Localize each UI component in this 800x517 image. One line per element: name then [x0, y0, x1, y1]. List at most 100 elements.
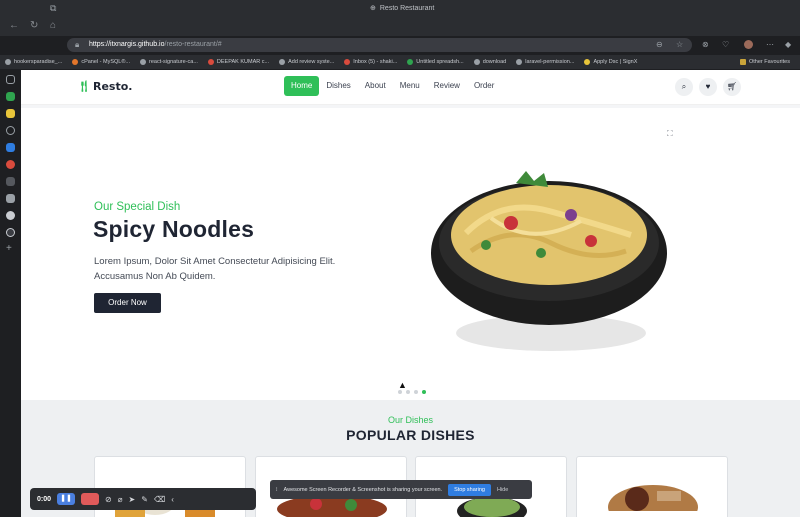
zoom-icon[interactable]: ⊖ [656, 40, 663, 49]
dishes-heading: POPULAR DISHES [346, 427, 475, 443]
bookmark-item[interactable]: react-signature-ca... [140, 59, 198, 65]
pause-button[interactable]: ❚❚ [57, 493, 76, 505]
slider-dot[interactable] [406, 390, 410, 394]
back-icon[interactable]: ← [9, 20, 19, 31]
browser-toolbar [0, 17, 800, 36]
main-nav: Home Dishes About Menu Review Order [284, 76, 501, 96]
nav-about[interactable]: About [358, 76, 393, 96]
order-now-button[interactable]: Order Now [94, 293, 161, 313]
mic-off-icon[interactable]: ⌀ [118, 495, 123, 504]
cart-icon[interactable]: 🛒︎ [723, 78, 741, 96]
search-icon[interactable]: ⌕ [675, 78, 693, 96]
browser-tab[interactable]: ⊕ Resto Restaurant [370, 4, 435, 13]
browser-titlebar: ⧉ ⊕ Resto Restaurant [0, 0, 800, 17]
heart-icon[interactable]: ♥ [699, 78, 717, 96]
recorder-toolbar: 0:00 ❚❚ ⊘ ⌀ ➤ ✎ ⌫ ‹ [30, 488, 256, 510]
github-icon[interactable] [6, 211, 15, 220]
bookmark-item[interactable]: Untitled spreadsh... [407, 59, 464, 65]
header-actions: ⌕ ♥ 🛒︎ [675, 78, 741, 96]
noodle-bowl-image [431, 171, 667, 351]
bookmarks-bar: hookersparadise_... cPanel - MySQL®... r… [0, 55, 800, 69]
pointer-icon[interactable]: ➤ [129, 495, 136, 504]
url-host: https://itxnargis.github.io [89, 41, 165, 48]
mouse-cursor: ▲ [398, 380, 407, 390]
nav-dishes[interactable]: Dishes [319, 76, 357, 96]
bookmark-item[interactable]: hookersparadise_... [5, 59, 62, 65]
tab-title: Resto Restaurant [379, 4, 435, 12]
home-icon[interactable]: ⌂ [50, 20, 56, 31]
stop-recording-button[interactable] [81, 493, 100, 505]
avatar[interactable] [744, 40, 753, 49]
bookmark-item[interactable]: laravel-permission... [516, 59, 574, 65]
eraser-icon[interactable]: ⌫ [154, 495, 165, 504]
bookmark-icon [407, 59, 414, 65]
tab-icon[interactable] [6, 109, 15, 118]
collapse-icon[interactable]: ‹ [171, 495, 174, 504]
new-tab-icon[interactable]: + [6, 244, 15, 254]
logo[interactable]: 🍴︎ Resto. [77, 80, 132, 93]
extensions-icon[interactable]: ⊗ [702, 40, 709, 49]
hide-button[interactable]: Hide [497, 487, 508, 493]
menu-icon[interactable]: ⋯ [766, 40, 774, 49]
drag-handle-icon[interactable]: ⁞ [276, 487, 278, 493]
tab-icon[interactable] [6, 160, 15, 169]
address-bar[interactable]: 🔒︎ https://itxnargis.github.io/resto-res… [67, 38, 692, 52]
bookmark-icon [140, 59, 146, 65]
slider-dot[interactable] [398, 390, 402, 394]
nav-review[interactable]: Review [427, 76, 467, 96]
bookmark-icon [5, 59, 11, 65]
url-path: /resto-restaurant/# [164, 41, 222, 48]
logo-text: Resto. [92, 80, 133, 93]
tab-icon[interactable] [6, 177, 15, 186]
folder-icon [740, 59, 746, 65]
globe-icon[interactable] [6, 228, 15, 237]
tab-icon[interactable] [6, 92, 15, 101]
stop-sharing-button[interactable]: Stop sharing [448, 483, 491, 496]
slider-dots [398, 390, 426, 394]
hero-title: Spicy Noodles [93, 216, 255, 242]
bookmark-item[interactable]: Add review syste... [279, 59, 334, 65]
refresh-icon[interactable]: ↻ [30, 20, 38, 31]
dishes-subtitle: Our Dishes [387, 415, 433, 425]
pen-icon[interactable]: ✎ [141, 495, 148, 504]
nav-order[interactable]: Order [467, 76, 501, 96]
fullscreen-icon[interactable]: ⛶ [667, 129, 673, 139]
nav-home[interactable]: Home [284, 76, 320, 96]
bookmark-icon [279, 59, 286, 65]
favorites-icon[interactable]: ♡ [722, 40, 729, 49]
tab-actions-icon[interactable] [6, 75, 15, 84]
bookmark-icon [207, 59, 214, 65]
slider-dot-active[interactable] [422, 390, 426, 394]
bookmark-item[interactable]: download [473, 59, 506, 65]
bookmark-icon [72, 59, 79, 65]
new-tab-icon[interactable]: ⧉ [50, 3, 56, 14]
tab-icon[interactable] [6, 143, 15, 152]
site-header: 🍴︎ Resto. Home Dishes About Menu Review … [21, 70, 800, 105]
globe-icon[interactable] [6, 126, 15, 135]
tab-icon[interactable] [6, 194, 15, 203]
bookmark-item[interactable]: DEEPAK KUMAR c... [207, 59, 269, 65]
bookmark-item[interactable]: Inbox (5) - shaki... [344, 59, 397, 65]
slider-dot[interactable] [414, 390, 418, 394]
dish-image [608, 485, 698, 511]
web-page: 🍴︎ Resto. Home Dishes About Menu Review … [21, 70, 800, 517]
globe-icon: ⊕ [370, 5, 376, 12]
dish-card[interactable] [576, 456, 728, 517]
bookmark-icon [516, 59, 523, 65]
hero-subtitle: Our Special Dish [94, 201, 181, 213]
hero-slider: ⛶ Our Special Dish Spicy Noodles Lorem I… [21, 108, 800, 400]
bookmark-item[interactable]: cPanel - MySQL®... [72, 59, 130, 65]
bookmark-icon [344, 59, 351, 65]
recording-timer: 0:00 [37, 495, 52, 503]
copilot-icon[interactable]: ◆ [785, 40, 791, 49]
lock-icon: 🔒︎ [75, 40, 80, 49]
screen-share-banner: ⁞ Awesome Screen Recorder & Screenshot i… [270, 480, 532, 499]
hero-description: Lorem Ipsum, Dolor Sit Amet Consectetur … [94, 256, 336, 282]
nav-menu[interactable]: Menu [393, 76, 427, 96]
bookmark-item[interactable]: Apply Dsc | SignX [584, 59, 637, 65]
fork-knife-icon: 🍴︎ [77, 80, 91, 93]
camera-off-icon[interactable]: ⊘ [105, 495, 112, 504]
other-favourites[interactable]: Other Favourites [740, 59, 790, 65]
star-icon[interactable]: ☆ [676, 40, 683, 49]
bookmark-icon [584, 59, 591, 65]
